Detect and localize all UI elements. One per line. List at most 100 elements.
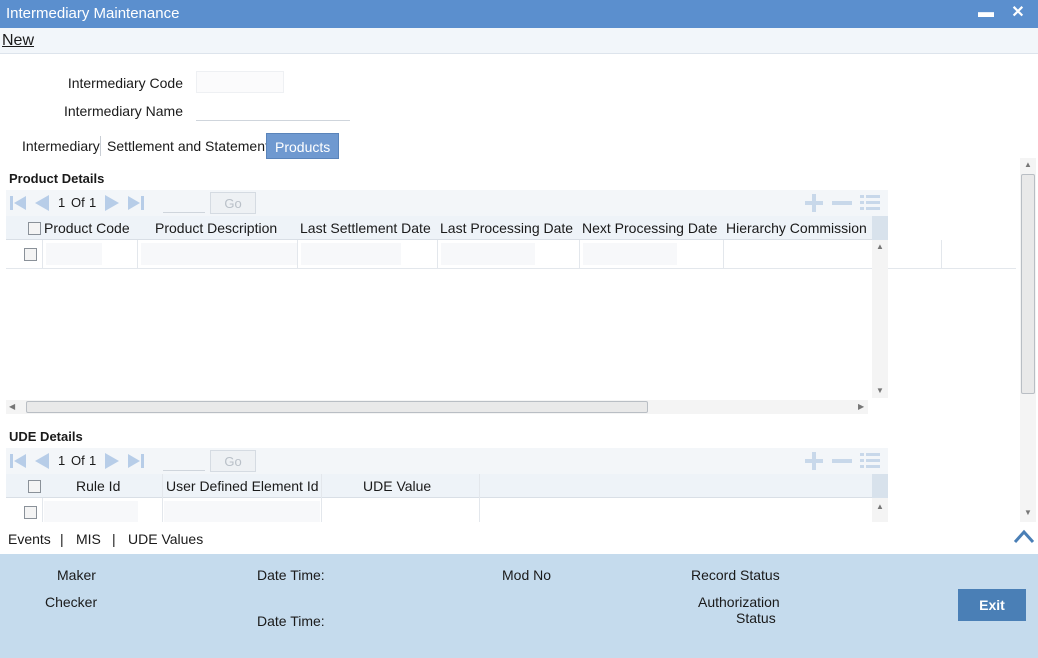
scroll-up-icon[interactable]: ▲ <box>1024 160 1032 169</box>
cell-divider <box>162 498 163 522</box>
column-header[interactable]: UDE Value <box>363 478 431 494</box>
collapse-up-icon[interactable] <box>1012 527 1036 547</box>
page-of: Of <box>71 453 85 468</box>
header-scroll-cap <box>872 474 888 498</box>
cell-divider <box>42 240 43 268</box>
rule-id-cell[interactable] <box>44 501 138 522</box>
intermediary-code-label: Intermediary Code <box>67 75 183 91</box>
add-row-icon[interactable] <box>802 193 826 213</box>
tab-settlement-and-statement[interactable]: Settlement and Statement <box>99 133 277 159</box>
select-all-checkbox[interactable] <box>28 480 41 493</box>
first-page-icon[interactable] <box>8 193 28 213</box>
product-grid-hscroll[interactable]: ◀ ▶ <box>6 400 868 414</box>
product-pager: 1 Of 1 Go <box>6 190 888 216</box>
ude-grid-header: Rule Id User Defined Element Id UDE Valu… <box>6 474 888 498</box>
events-link[interactable]: Events <box>8 531 51 547</box>
product-code-cell[interactable] <box>46 243 102 265</box>
user-defined-element-id-cell[interactable] <box>164 501 320 522</box>
authorization-status-label-line2: Status <box>736 610 776 626</box>
window-title: Intermediary Maintenance <box>6 5 180 22</box>
scroll-down-icon[interactable]: ▼ <box>876 386 884 395</box>
scroll-down-icon[interactable]: ▼ <box>1024 508 1032 517</box>
vscroll-thumb[interactable] <box>1021 174 1035 394</box>
mod-no-label: Mod No <box>502 567 552 583</box>
cell-divider <box>42 498 43 522</box>
next-page-icon[interactable] <box>102 193 122 213</box>
menu-bar: New <box>0 28 1038 54</box>
last-page-icon[interactable] <box>126 451 146 471</box>
cell-divider <box>479 474 480 498</box>
product-grid-vscroll[interactable]: ▲ ▼ <box>872 240 888 398</box>
page-total: 1 <box>89 453 97 468</box>
page-number-input[interactable] <box>163 193 205 213</box>
column-header[interactable]: Hierarchy Commission P <box>726 220 870 236</box>
cell-divider <box>297 240 298 268</box>
link-separator: | <box>60 531 64 547</box>
cell-divider <box>437 240 438 268</box>
scroll-up-icon[interactable]: ▲ <box>876 242 884 251</box>
hscroll-thumb[interactable] <box>26 401 648 413</box>
ude-grid-vscroll[interactable]: ▲ <box>872 498 888 522</box>
table-row[interactable] <box>6 240 942 268</box>
audit-panel: Maker Checker Date Time: Date Time: Mod … <box>0 554 1038 658</box>
ude-values-link[interactable]: UDE Values <box>128 531 203 547</box>
cell-divider <box>321 498 322 522</box>
cell-divider <box>162 474 163 498</box>
add-row-icon[interactable] <box>802 451 826 471</box>
scroll-up-icon[interactable]: ▲ <box>876 502 884 511</box>
column-header[interactable]: Product Code <box>44 220 130 236</box>
page-number-input[interactable] <box>163 451 205 471</box>
scroll-left-icon[interactable]: ◀ <box>9 402 15 411</box>
close-icon[interactable]: ✕ <box>1008 2 1028 24</box>
cell-divider <box>723 240 724 268</box>
column-header[interactable]: User Defined Element Id <box>166 478 319 494</box>
previous-page-icon[interactable] <box>32 451 52 471</box>
delete-row-icon[interactable] <box>830 193 854 213</box>
page-total: 1 <box>89 195 97 210</box>
footer-links: Events | MIS | UDE Values <box>0 527 1038 553</box>
go-button[interactable]: Go <box>210 192 256 214</box>
tab-products[interactable]: Products <box>266 133 340 159</box>
previous-page-icon[interactable] <box>32 193 52 213</box>
first-page-icon[interactable] <box>8 451 28 471</box>
link-separator: | <box>112 531 116 547</box>
column-header[interactable]: Product Description <box>155 220 277 236</box>
checker-date-time-label: Date Time: <box>257 613 325 629</box>
authorization-status-label: Authorization <box>698 594 780 610</box>
column-header[interactable]: Last Processing Date <box>440 220 573 236</box>
cell-divider <box>321 474 322 498</box>
select-all-checkbox[interactable] <box>28 222 41 235</box>
row-underline <box>6 268 1016 269</box>
last-page-icon[interactable] <box>126 193 146 213</box>
page-of: Of <box>71 195 85 210</box>
intermediary-code-input[interactable] <box>196 71 284 93</box>
minimize-icon[interactable]: ▬ <box>976 2 996 24</box>
mis-link[interactable]: MIS <box>76 531 101 547</box>
cell-divider <box>137 240 138 268</box>
new-link[interactable]: New <box>2 32 34 50</box>
column-header[interactable]: Last Settlement Date <box>300 220 431 236</box>
product-description-cell[interactable] <box>141 243 297 265</box>
scroll-right-icon[interactable]: ▶ <box>858 402 864 411</box>
column-header[interactable]: Next Processing Date <box>582 220 717 236</box>
column-header[interactable]: Rule Id <box>76 478 120 494</box>
exit-button[interactable]: Exit <box>958 589 1026 621</box>
single-view-icon[interactable] <box>858 193 882 213</box>
row-checkbox[interactable] <box>24 506 37 519</box>
row-checkbox[interactable] <box>24 248 37 261</box>
next-processing-date-cell[interactable] <box>583 243 677 265</box>
table-row[interactable] <box>6 498 888 522</box>
next-page-icon[interactable] <box>102 451 122 471</box>
intermediary-name-input[interactable] <box>196 99 350 121</box>
ude-details-title: UDE Details <box>9 429 83 444</box>
go-button[interactable]: Go <box>210 450 256 472</box>
page-vscroll[interactable]: ▲ ▼ <box>1020 158 1036 522</box>
single-view-icon[interactable] <box>858 451 882 471</box>
last-settlement-date-cell[interactable] <box>301 243 401 265</box>
last-processing-date-cell[interactable] <box>441 243 535 265</box>
checker-label: Checker <box>45 594 98 610</box>
maker-date-time-label: Date Time: <box>257 567 325 583</box>
tab-intermediary[interactable]: Intermediary <box>14 133 108 159</box>
product-details-title: Product Details <box>9 171 105 186</box>
delete-row-icon[interactable] <box>830 451 854 471</box>
